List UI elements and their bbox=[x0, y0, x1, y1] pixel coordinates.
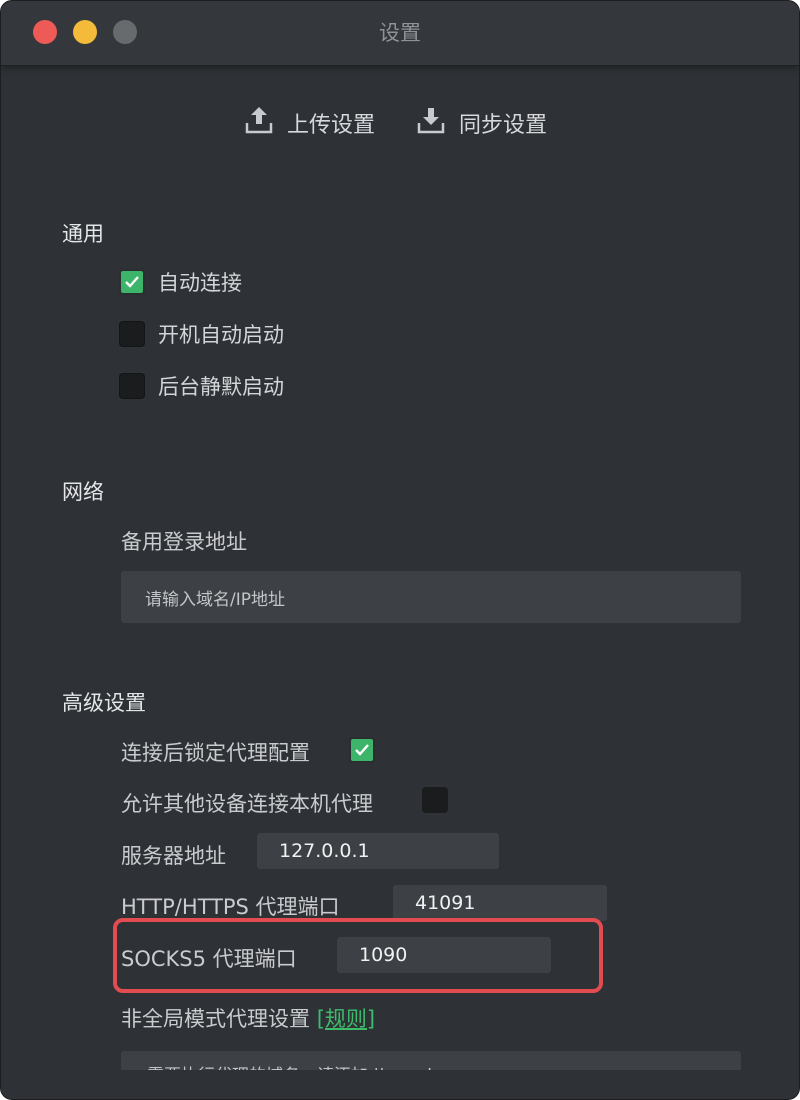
http-port-label: HTTP/HTTPS 代理端口 bbox=[121, 895, 340, 919]
socks-highlight-box bbox=[113, 918, 603, 993]
server-address-value: 127.0.0.1 bbox=[279, 840, 370, 862]
silent-background-label: 后台静默启动 bbox=[158, 375, 284, 399]
sync-settings-label: 同步设置 bbox=[459, 113, 548, 138]
auto-connect-checkbox[interactable] bbox=[119, 269, 145, 295]
backup-login-placeholder: 请输入域名/IP地址 bbox=[145, 589, 285, 610]
download-icon bbox=[417, 105, 459, 141]
allow-devices-checkbox[interactable] bbox=[422, 787, 448, 813]
non-global-proxy-label: 非全局模式代理设置 bbox=[121, 1007, 310, 1031]
auto-connect-label: 自动连接 bbox=[158, 271, 242, 295]
silent-background-checkbox[interactable] bbox=[119, 373, 145, 399]
upload-settings-button[interactable]: 上传设置 bbox=[245, 103, 375, 143]
section-title-network: 网络 bbox=[62, 480, 104, 504]
section-title-general: 通用 bbox=[62, 222, 104, 246]
launch-at-startup-checkbox[interactable] bbox=[119, 321, 145, 347]
sync-settings-button[interactable]: 同步设置 bbox=[417, 103, 547, 143]
allow-devices-label: 允许其他设备连接本机代理 bbox=[121, 792, 373, 816]
upload-settings-label: 上传设置 bbox=[287, 113, 376, 138]
window-title: 设置 bbox=[379, 21, 421, 45]
lock-proxy-label: 连接后锁定代理配置 bbox=[121, 741, 310, 765]
checkmark-icon bbox=[125, 276, 139, 288]
server-address-label: 服务器地址 bbox=[121, 844, 226, 868]
backup-login-input[interactable]: 请输入域名/IP地址 bbox=[121, 571, 741, 623]
server-address-input[interactable]: 127.0.0.1 bbox=[257, 833, 499, 869]
auto-connect-option[interactable]: 自动连接 bbox=[119, 267, 242, 297]
title-bar: 设置 bbox=[1, 1, 799, 66]
non-global-proxy-row: 非全局模式代理设置 [规则] bbox=[121, 1003, 375, 1033]
rules-link[interactable]: [规则] bbox=[317, 1007, 375, 1031]
upload-icon bbox=[245, 105, 287, 141]
launch-at-startup-option[interactable]: 开机自动启动 bbox=[119, 319, 284, 349]
silent-background-option[interactable]: 后台静默启动 bbox=[119, 371, 284, 401]
http-port-value: 41091 bbox=[415, 892, 476, 914]
window-bottom-edge bbox=[1, 1070, 799, 1099]
section-title-advanced: 高级设置 bbox=[62, 691, 146, 715]
http-port-input[interactable]: 41091 bbox=[393, 885, 607, 921]
launch-at-startup-label: 开机自动启动 bbox=[158, 323, 284, 347]
settings-window: 设置 上传设置 同步设置 通用 自动连接 开机自动启动 后台静默启动 网络 备用… bbox=[0, 0, 800, 1100]
backup-login-label: 备用登录地址 bbox=[121, 530, 247, 554]
lock-proxy-checkbox[interactable] bbox=[349, 737, 375, 763]
checkmark-icon bbox=[355, 744, 369, 756]
